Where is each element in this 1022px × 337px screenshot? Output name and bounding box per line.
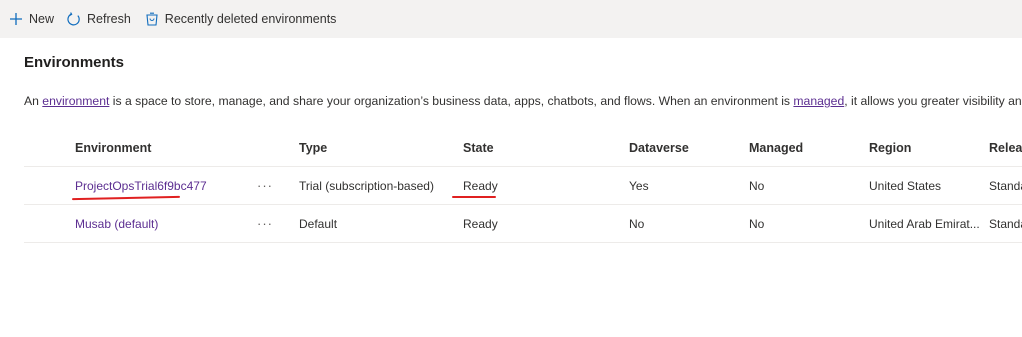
managed-cell: No <box>749 216 765 231</box>
table-header: Environment Type State Dataverse Managed… <box>24 130 1022 167</box>
column-header-environment[interactable]: Environment <box>75 130 245 166</box>
command-bar: New Refresh Recently deleted environment… <box>0 0 1022 38</box>
column-header-managed[interactable]: Managed <box>749 130 849 166</box>
type-cell: Default <box>299 216 338 231</box>
state-cell: Ready <box>463 216 498 231</box>
desc-text-2: is a space to store, manage, and share y… <box>109 94 794 108</box>
column-header-region[interactable]: Region <box>869 130 979 166</box>
table-row[interactable]: Musab (default) ··· Default Ready No No … <box>24 205 1022 243</box>
dataverse-cell: No <box>629 216 645 231</box>
environments-table: Environment Type State Dataverse Managed… <box>24 130 1022 243</box>
release-cell: Standard <box>989 178 1022 193</box>
type-cell: Trial (subscription-based) <box>299 178 434 193</box>
column-header-dataverse[interactable]: Dataverse <box>629 130 729 166</box>
desc-text-1: An <box>24 94 43 108</box>
dataverse-cell: Yes <box>629 178 649 193</box>
region-cell: United Arab Emirat... <box>869 216 979 231</box>
environment-link[interactable]: environment <box>42 94 109 108</box>
more-options-icon[interactable]: ··· <box>253 167 277 204</box>
add-icon <box>9 12 29 26</box>
column-header-type[interactable]: Type <box>299 130 449 166</box>
refresh-button[interactable]: Refresh <box>60 0 137 38</box>
refresh-label: Refresh <box>87 12 131 26</box>
environment-name-link[interactable]: Musab (default) <box>75 205 245 242</box>
column-header-release[interactable]: Release <box>989 130 1022 166</box>
managed-link[interactable]: managed <box>793 94 844 108</box>
managed-cell: No <box>749 178 765 193</box>
column-header-state[interactable]: State <box>463 130 613 166</box>
page-title: Environments <box>24 54 125 71</box>
more-options-icon[interactable]: ··· <box>253 205 277 242</box>
annotation-underline-state <box>452 196 496 198</box>
region-cell: United States <box>869 178 942 193</box>
release-cell: Standard <box>989 216 1022 231</box>
recently-deleted-label: Recently deleted environments <box>164 12 337 26</box>
desc-text-3: , it allows you greater visibility and c… <box>844 94 1022 108</box>
new-button[interactable]: New <box>0 0 60 38</box>
new-label: New <box>29 12 55 26</box>
page-description: An environment is a space to store, mana… <box>24 94 1022 108</box>
table-row[interactable]: ProjectOpsTrial6f9bc477 ··· Trial (subsc… <box>24 167 1022 205</box>
state-cell: Ready <box>463 178 498 193</box>
recently-deleted-button[interactable]: Recently deleted environments <box>137 0 343 38</box>
refresh-icon <box>66 11 87 27</box>
recycle-bin-icon <box>145 12 165 26</box>
